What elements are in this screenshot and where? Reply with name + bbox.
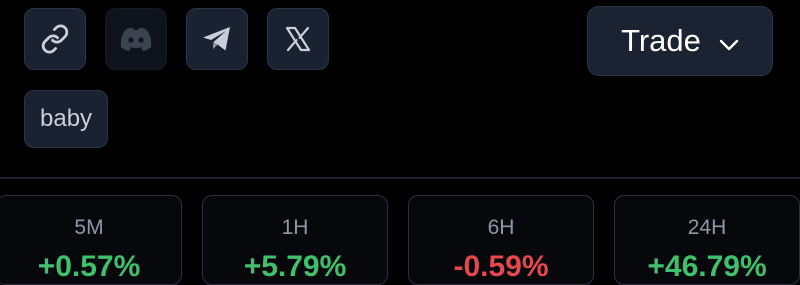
stat-label: 6H — [487, 216, 515, 239]
stat-label: 24H — [687, 216, 727, 239]
telegram-icon — [201, 25, 233, 53]
stat-5m[interactable]: 5M +0.57% — [0, 195, 182, 285]
telegram-button[interactable] — [186, 8, 248, 70]
stat-label: 1H — [281, 216, 309, 239]
stat-value: +46.79% — [647, 250, 767, 283]
trade-dropdown-button[interactable]: Trade — [587, 6, 773, 76]
x-button[interactable] — [267, 8, 329, 70]
stat-value: -0.59% — [453, 250, 549, 283]
link-button[interactable] — [24, 8, 86, 70]
trade-label: Trade — [621, 23, 701, 58]
tag-badge[interactable]: baby — [24, 90, 109, 148]
stat-label: 5M — [74, 216, 104, 239]
link-icon — [40, 24, 70, 54]
section-divider — [0, 177, 800, 179]
stat-value: +0.57% — [37, 250, 141, 283]
tag-label: baby — [40, 105, 93, 132]
stat-6h[interactable]: 6H -0.59% — [408, 195, 594, 285]
stat-value: +5.79% — [243, 250, 347, 283]
x-icon — [284, 25, 312, 53]
chevron-down-icon — [719, 23, 739, 59]
stat-1h[interactable]: 1H +5.79% — [202, 195, 388, 285]
discord-icon — [119, 26, 153, 52]
discord-button[interactable] — [105, 8, 167, 70]
stat-24h[interactable]: 24H +46.79% — [614, 195, 800, 285]
